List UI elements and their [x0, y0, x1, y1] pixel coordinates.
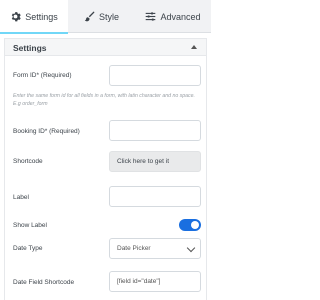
show-label-toggle[interactable] — [179, 219, 201, 231]
sliders-icon — [145, 11, 156, 22]
booking-id-input[interactable] — [109, 120, 201, 141]
label-label: Label — [13, 194, 29, 201]
tab-style[interactable]: Style — [68, 0, 135, 33]
date-field-shortcode-label: Date Field Shortcode — [13, 279, 75, 286]
form-id-label: Form ID* (Required) — [13, 72, 72, 79]
brush-icon — [84, 11, 95, 22]
get-shortcode-button[interactable]: Click here to get it — [109, 151, 201, 172]
tab-advanced-label: Advanced — [160, 11, 201, 22]
shortcode-label: Shortcode — [13, 158, 43, 165]
settings-panel-header[interactable]: Settings — [5, 39, 206, 56]
booking-id-label: Booking ID* (Required) — [13, 128, 80, 135]
settings-panel: Settings Form ID* (Required) Enter the s… — [4, 38, 207, 300]
date-field-shortcode-input[interactable]: [field id="date"] — [109, 271, 201, 292]
form-id-help-text: Enter the same form id for all fields in… — [13, 93, 195, 107]
tab-settings-label: Settings — [25, 11, 58, 22]
tab-bar: Settings Style Advanced — [0, 0, 211, 34]
label-input[interactable] — [109, 186, 201, 207]
gear-icon — [10, 11, 21, 22]
date-type-label: Date Type — [13, 245, 43, 252]
tab-style-label: Style — [98, 11, 119, 22]
tab-settings[interactable]: Settings — [0, 0, 68, 34]
show-label-label: Show Label — [13, 222, 47, 229]
chevron-down-icon — [186, 243, 196, 253]
collapse-caret-icon[interactable] — [191, 45, 197, 49]
form-id-input[interactable] — [109, 65, 201, 86]
date-type-select[interactable]: Date Picker — [109, 238, 201, 259]
panel-title: Settings — [13, 43, 47, 53]
tab-advanced[interactable]: Advanced — [135, 0, 211, 33]
date-type-selected: Date Picker — [117, 245, 151, 252]
toggle-knob — [191, 221, 199, 229]
